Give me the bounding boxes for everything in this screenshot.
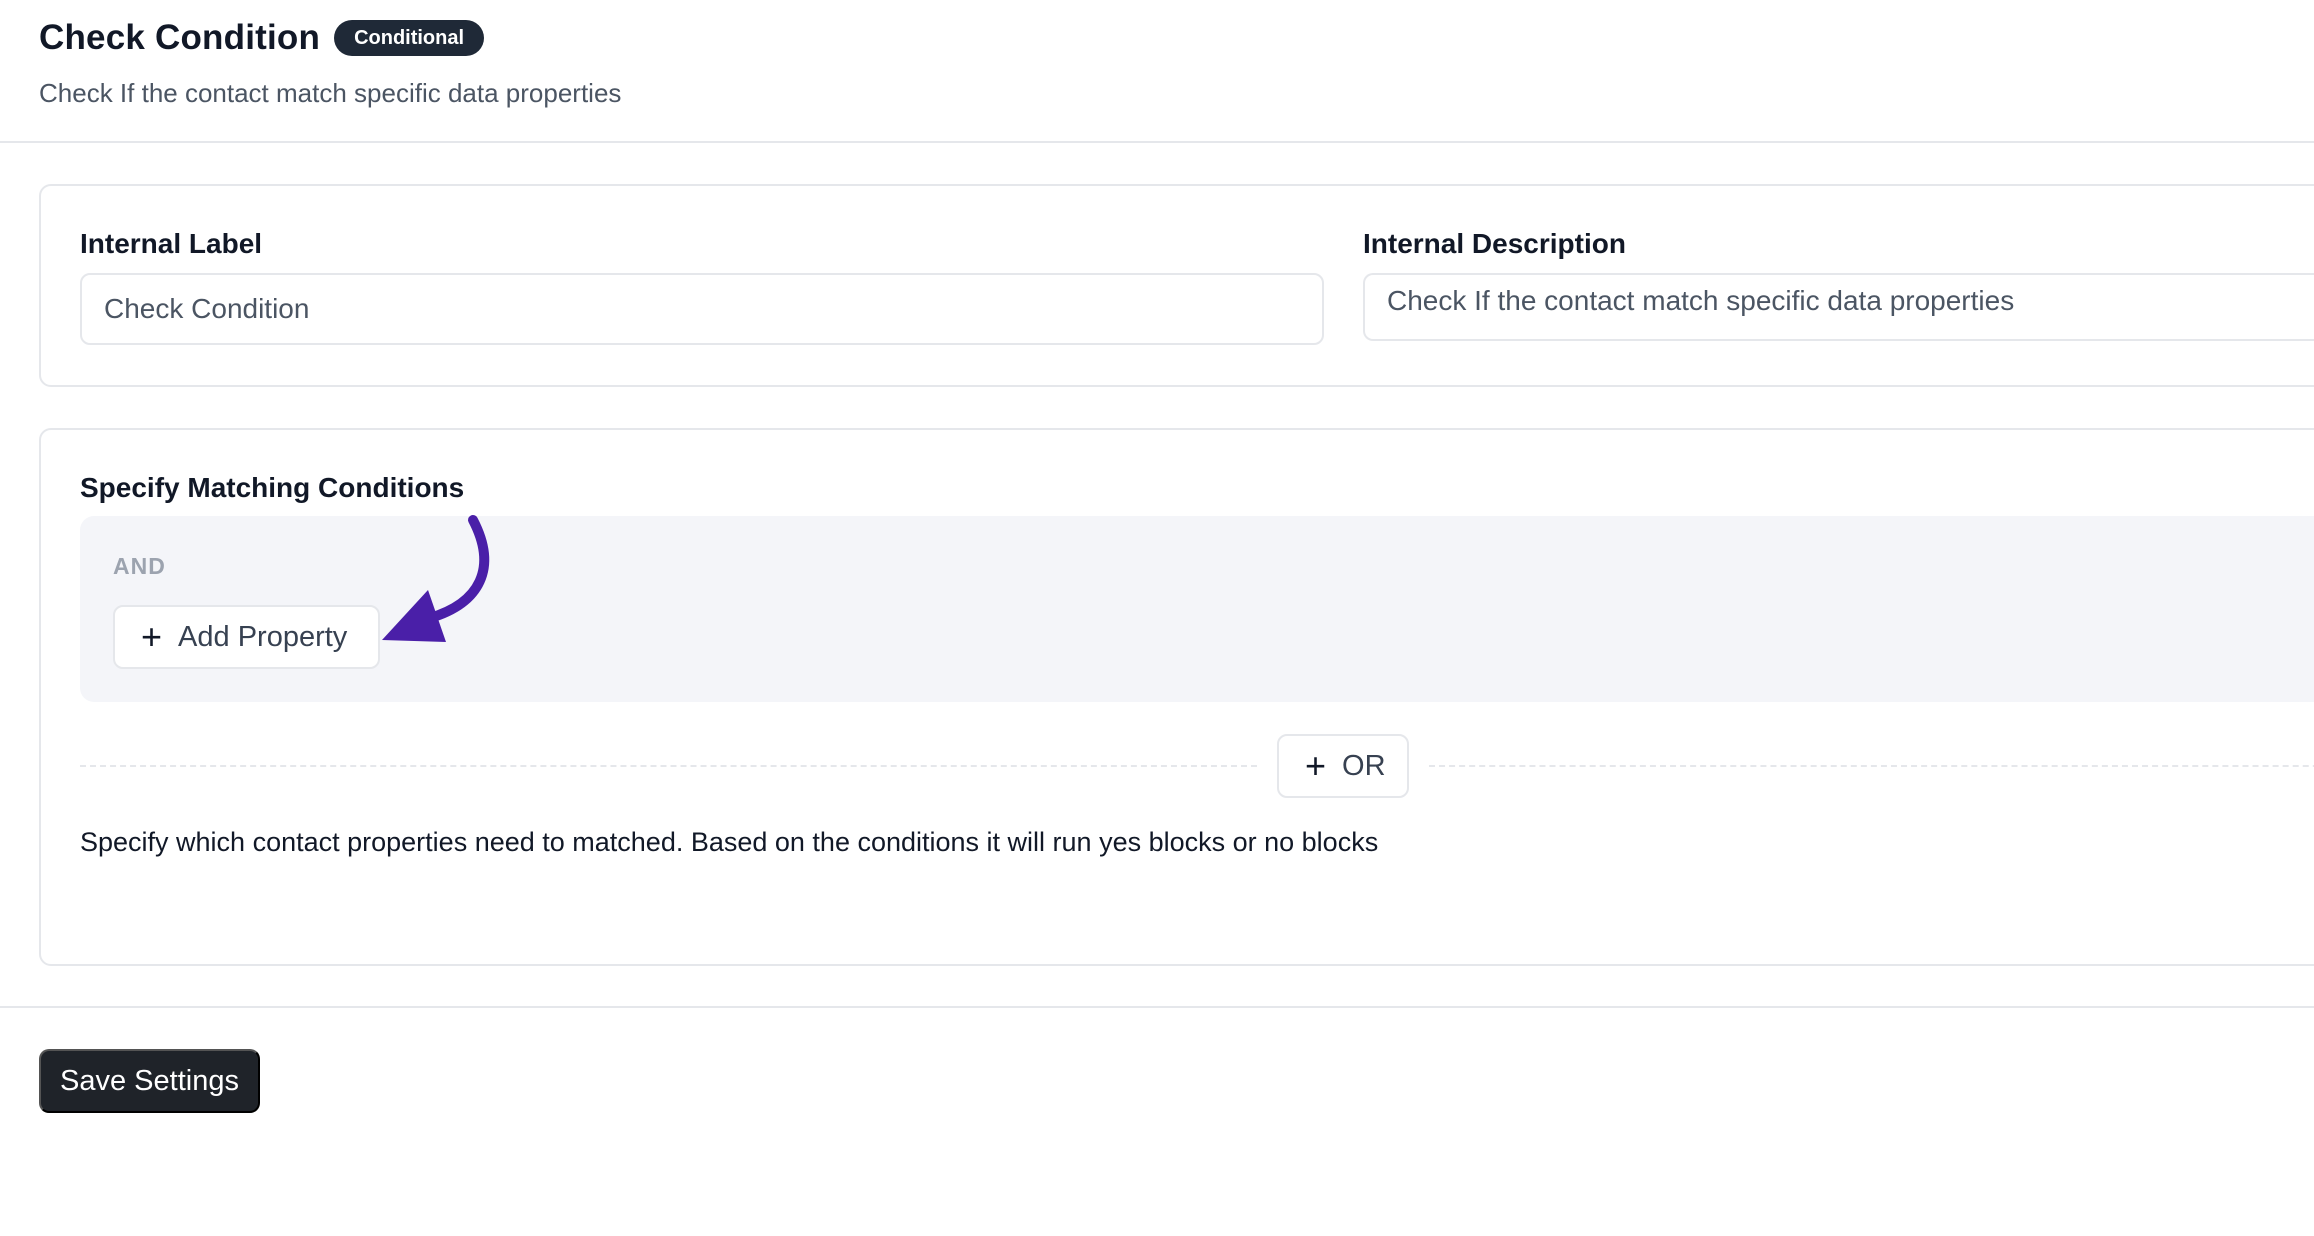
internal-label-input[interactable] (80, 273, 1324, 345)
arrow-annotation (382, 515, 490, 642)
internal-description-input[interactable]: Check If the contact match specific data… (1363, 273, 2314, 341)
footer-divider (0, 1006, 2314, 1008)
page-header: Check Condition Conditional Check If the… (0, 0, 2314, 143)
and-operator-label: AND (113, 553, 166, 579)
or-label: OR (1342, 749, 1386, 782)
internal-label-label: Internal Label (80, 228, 263, 259)
conditions-label: Specify Matching Conditions (80, 472, 465, 503)
type-badge: Conditional (334, 20, 485, 56)
or-divider-right (1429, 765, 2314, 767)
page-subtitle: Check If the contact match specific data… (39, 78, 622, 108)
page-title: Check Condition (39, 18, 321, 57)
or-divider-left (80, 765, 1257, 767)
add-property-button[interactable]: + Add Property (113, 605, 380, 669)
internal-description-label: Internal Description (1363, 228, 1626, 259)
add-property-label: Add Property (178, 620, 348, 653)
plus-icon: + (1305, 745, 1327, 786)
conditions-helper-text: Specify which contact properties need to… (80, 827, 1379, 857)
add-or-group-button[interactable]: + OR (1277, 734, 1409, 798)
plus-icon: + (141, 616, 163, 657)
title-row: Check Condition Conditional (39, 18, 485, 58)
save-settings-button[interactable]: Save Settings (39, 1049, 260, 1113)
